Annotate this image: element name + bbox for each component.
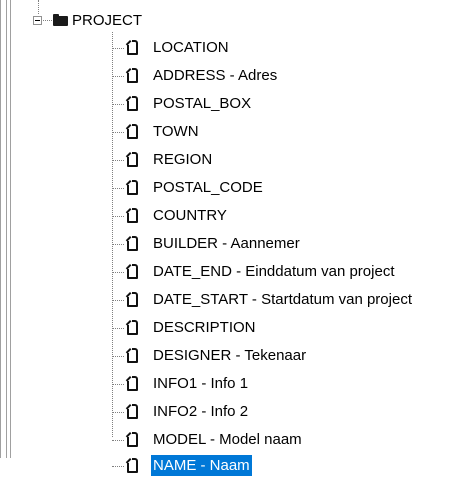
document-icon	[127, 264, 138, 279]
tree-node-label[interactable]: MODEL - Model naam	[151, 429, 304, 450]
tree-connector	[112, 244, 124, 245]
document-icon	[127, 432, 138, 447]
document-icon	[127, 152, 138, 167]
tree-connector	[112, 48, 124, 49]
tree-node-label[interactable]: DESCRIPTION	[151, 317, 258, 338]
tree-node-label[interactable]: INFO2 - Info 2	[151, 401, 250, 422]
tree-node-label[interactable]: POSTAL_BOX	[151, 93, 253, 114]
document-icon	[127, 68, 138, 83]
document-icon	[127, 236, 138, 251]
document-icon	[127, 458, 138, 473]
tree-node-address[interactable]: ADDRESS - Adres	[0, 64, 469, 88]
tree-node-label[interactable]: ADDRESS - Adres	[151, 65, 279, 86]
tree-connector	[112, 328, 124, 329]
tree-node-project[interactable]: PROJECT	[0, 9, 260, 33]
tree-node-label[interactable]: BUILDER - Aannemer	[151, 233, 302, 254]
document-icon	[127, 40, 138, 55]
tree-connector	[112, 132, 124, 133]
tree-node-postal-box[interactable]: POSTAL_BOX	[0, 92, 469, 116]
tree-node-label[interactable]: DATE_END - Einddatum van project	[151, 261, 397, 282]
tree-node-postal-code[interactable]: POSTAL_CODE	[0, 176, 469, 200]
tree-connector	[112, 440, 124, 441]
document-icon	[127, 180, 138, 195]
tree-node-builder[interactable]: BUILDER - Aannemer	[0, 232, 469, 256]
document-icon	[127, 348, 138, 363]
tree-node-info1[interactable]: INFO1 - Info 1	[0, 372, 469, 396]
tree-connector	[43, 20, 52, 21]
tree-connector	[112, 356, 124, 357]
tree-node-date-end[interactable]: DATE_END - Einddatum van project	[0, 260, 469, 284]
tree-node-label[interactable]: LOCATION	[151, 37, 231, 58]
tree-node-country[interactable]: COUNTRY	[0, 204, 469, 228]
tree-node-label[interactable]: REGION	[151, 149, 214, 170]
document-icon	[127, 124, 138, 139]
tree-node-model[interactable]: MODEL - Model naam	[0, 428, 469, 452]
tree-node-label[interactable]: COUNTRY	[151, 205, 229, 226]
document-icon	[127, 320, 138, 335]
tree-node-description[interactable]: DESCRIPTION	[0, 316, 469, 340]
tree-node-label[interactable]: TOWN	[151, 121, 201, 142]
tree-connector	[112, 466, 124, 467]
tree-node-info2[interactable]: INFO2 - Info 2	[0, 400, 469, 424]
document-icon	[127, 404, 138, 419]
tree-node-region[interactable]: REGION	[0, 148, 469, 172]
tree-connector	[112, 104, 124, 105]
collapse-toggle-icon[interactable]	[33, 16, 42, 25]
tree-connector	[112, 272, 124, 273]
document-icon	[127, 292, 138, 307]
tree-node-town[interactable]: TOWN	[0, 120, 469, 144]
tree-connector	[112, 160, 124, 161]
tree-node-location[interactable]: LOCATION	[0, 36, 469, 60]
tree-node-date-start[interactable]: DATE_START - Startdatum van project	[0, 288, 469, 312]
tree-node-label[interactable]: INFO1 - Info 1	[151, 373, 250, 394]
tree-node-label[interactable]: PROJECT	[72, 11, 142, 31]
tree-connector	[112, 188, 124, 189]
document-icon	[127, 208, 138, 223]
tree-node-label[interactable]: POSTAL_CODE	[151, 177, 265, 198]
document-icon	[127, 96, 138, 111]
document-icon	[127, 376, 138, 391]
tree-node-designer[interactable]: DESIGNER - Tekenaar	[0, 344, 469, 368]
tree-node-label-selected[interactable]: NAME - Naam	[151, 455, 252, 476]
tree-node-name[interactable]: NAME - Naam	[0, 454, 469, 478]
tree-node-label[interactable]: DATE_START - Startdatum van project	[151, 289, 414, 310]
tree-node-label[interactable]: DESIGNER - Tekenaar	[151, 345, 308, 366]
tree-connector	[112, 76, 124, 77]
folder-icon	[53, 14, 68, 26]
tree-connector	[112, 300, 124, 301]
tree-connector	[112, 216, 124, 217]
tree-connector	[112, 412, 124, 413]
tree-connector	[112, 384, 124, 385]
